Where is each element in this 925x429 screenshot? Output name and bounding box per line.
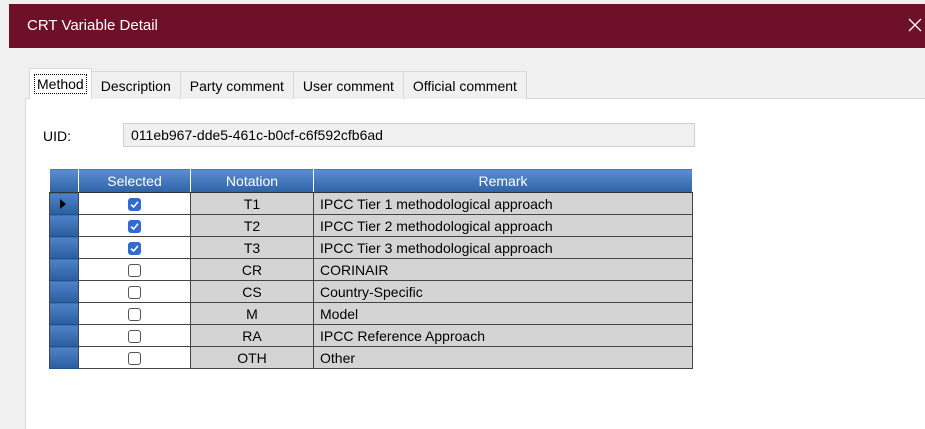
row-header[interactable] (49, 280, 79, 303)
tab-official-comment-label: Official comment (412, 77, 517, 94)
selected-cell (78, 214, 191, 237)
tab-party-comment-label: Party comment (189, 77, 284, 94)
uid-field[interactable]: 011eb967-dde5-461c-b0cf-c6f592cfb6ad (123, 123, 695, 147)
title-bar[interactable]: CRT Variable Detail (9, 4, 925, 48)
selected-cell (78, 236, 191, 259)
column-header-selected[interactable]: Selected (78, 168, 191, 193)
remark-cell: Country-Specific (313, 280, 693, 303)
selected-checkbox[interactable] (128, 286, 141, 300)
notation-cell: RA (190, 324, 314, 347)
selected-cell (78, 192, 191, 215)
selected-cell (78, 258, 191, 281)
selected-cell (78, 302, 191, 325)
selected-checkbox[interactable] (128, 330, 141, 344)
tab-description[interactable]: Description (90, 71, 181, 99)
table-row[interactable]: M Model (49, 302, 693, 325)
selected-checkbox[interactable] (128, 308, 141, 322)
grid-header-row: Selected Notation Remark (49, 168, 693, 193)
uid-label: UID: (43, 128, 71, 144)
notation-cell: CR (190, 258, 314, 281)
close-button[interactable] (905, 4, 925, 48)
table-row[interactable]: T3 IPCC Tier 3 methodological approach (49, 236, 693, 259)
row-header[interactable] (49, 236, 79, 259)
row-header[interactable] (49, 214, 79, 237)
remark-cell: Model (313, 302, 693, 325)
table-row[interactable]: OTH Other (49, 346, 693, 369)
selected-cell (78, 324, 191, 347)
row-header-corner (49, 168, 79, 193)
notation-cell: CS (190, 280, 314, 303)
notation-cell: OTH (190, 346, 314, 369)
table-row[interactable]: CR CORINAIR (49, 258, 693, 281)
tab-method-label: Method (34, 74, 87, 94)
selected-checkbox[interactable] (128, 198, 141, 212)
selected-checkbox[interactable] (128, 264, 141, 278)
remark-cell: CORINAIR (313, 258, 693, 281)
notation-cell: T2 (190, 214, 314, 237)
selected-checkbox[interactable] (128, 352, 141, 366)
table-row[interactable]: CS Country-Specific (49, 280, 693, 303)
selected-checkbox[interactable] (128, 242, 141, 256)
remark-cell: IPCC Tier 2 methodological approach (313, 214, 693, 237)
remark-cell: IPCC Tier 1 methodological approach (313, 192, 693, 215)
crt-variable-detail-window: CRT Variable Detail Method Description P… (0, 0, 925, 429)
table-row[interactable]: T1 IPCC Tier 1 methodological approach (49, 192, 693, 215)
remark-cell: IPCC Tier 3 methodological approach (313, 236, 693, 259)
current-row-arrow-icon (60, 199, 66, 209)
table-row[interactable]: T2 IPCC Tier 2 methodological approach (49, 214, 693, 237)
remark-cell: IPCC Reference Approach (313, 324, 693, 347)
notation-cell: T1 (190, 192, 314, 215)
table-row[interactable]: RA IPCC Reference Approach (49, 324, 693, 347)
tab-party-comment[interactable]: Party comment (179, 71, 294, 99)
row-header[interactable] (49, 346, 79, 369)
dialog-body: Method Description Party comment User co… (9, 48, 925, 429)
column-header-remark[interactable]: Remark (313, 168, 693, 193)
close-icon (908, 18, 922, 35)
window-title: CRT Variable Detail (27, 17, 158, 34)
row-header[interactable] (49, 258, 79, 281)
tab-official-comment[interactable]: Official comment (402, 71, 527, 99)
tab-strip: Method Description Party comment User co… (29, 68, 527, 99)
notation-cell: M (190, 302, 314, 325)
row-header[interactable] (49, 192, 79, 215)
tab-user-comment[interactable]: User comment (292, 71, 404, 99)
selected-checkbox[interactable] (128, 220, 141, 234)
selected-cell (78, 346, 191, 369)
tab-description-label: Description (100, 77, 171, 94)
tab-method[interactable]: Method (29, 68, 92, 99)
column-header-notation[interactable]: Notation (190, 168, 314, 193)
remark-cell: Other (313, 346, 693, 369)
notation-cell: T3 (190, 236, 314, 259)
selected-cell (78, 280, 191, 303)
row-header[interactable] (49, 324, 79, 347)
method-grid: Selected Notation Remark T1 IPCC Tier 1 m… (49, 168, 693, 369)
tab-user-comment-label: User comment (302, 77, 394, 94)
row-header[interactable] (49, 302, 79, 325)
